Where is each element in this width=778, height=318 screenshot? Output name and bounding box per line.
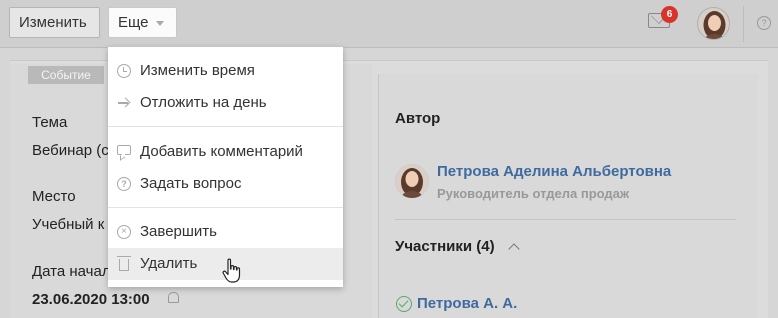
section-divider [395,219,736,220]
check-circle-icon [396,296,412,312]
menu-item-ask-question[interactable]: ? Задать вопрос [108,168,343,200]
author-section-title: Автор [395,110,441,127]
menu-item-label: Задать вопрос [140,175,242,192]
more-dropdown-menu: Изменить время Отложить на день Добавить… [108,47,343,287]
menu-item-label: Добавить комментарий [140,143,303,160]
toolbar-divider [743,6,744,42]
menu-item-label: Отложить на день [140,94,267,111]
place-value: Учебный к [32,216,105,233]
menu-item-change-time[interactable]: Изменить время [108,55,343,87]
more-button-label: Еще [118,14,149,31]
trash-icon [117,256,131,271]
participants-title[interactable]: Участники (4) [395,238,495,255]
menu-item-label: Изменить время [140,62,255,79]
start-date-value: 23.06.2020 13:00 [32,291,150,308]
topic-value: Вебинар (с [32,142,109,159]
menu-separator [108,207,343,208]
menu-item-label: Удалить [140,255,198,272]
author-name-link[interactable]: Петрова Аделина Альбертовна [437,163,671,180]
bell-icon[interactable] [168,292,179,303]
help-icon[interactable]: ? [757,16,771,30]
edit-button[interactable]: Изменить [9,7,100,38]
clock-icon [117,64,131,78]
event-type-tag: Событие [28,66,104,84]
chevron-down-icon [156,21,164,26]
topic-label: Тема [32,114,68,131]
start-date-label: Дата начал [32,263,111,280]
comment-icon [117,145,131,155]
notification-badge: 6 [661,6,678,23]
author-role: Руководитель отдела продаж [437,186,630,201]
menu-item-add-comment[interactable]: Добавить комментарий [108,136,343,168]
user-avatar[interactable] [697,7,730,40]
close-circle-icon: × [117,225,131,239]
arrow-right-icon [117,96,131,110]
place-label: Место [32,188,76,205]
menu-item-complete[interactable]: × Завершить [108,216,343,248]
question-icon: ? [117,177,131,191]
menu-separator [108,126,343,127]
more-button[interactable]: Еще [108,7,177,38]
menu-item-label: Завершить [140,223,217,240]
menu-item-postpone-day[interactable]: Отложить на день [108,87,343,119]
hand-cursor-icon [222,258,241,283]
participant-name-link[interactable]: Петрова А. А. [417,295,517,312]
author-avatar[interactable] [395,164,429,198]
